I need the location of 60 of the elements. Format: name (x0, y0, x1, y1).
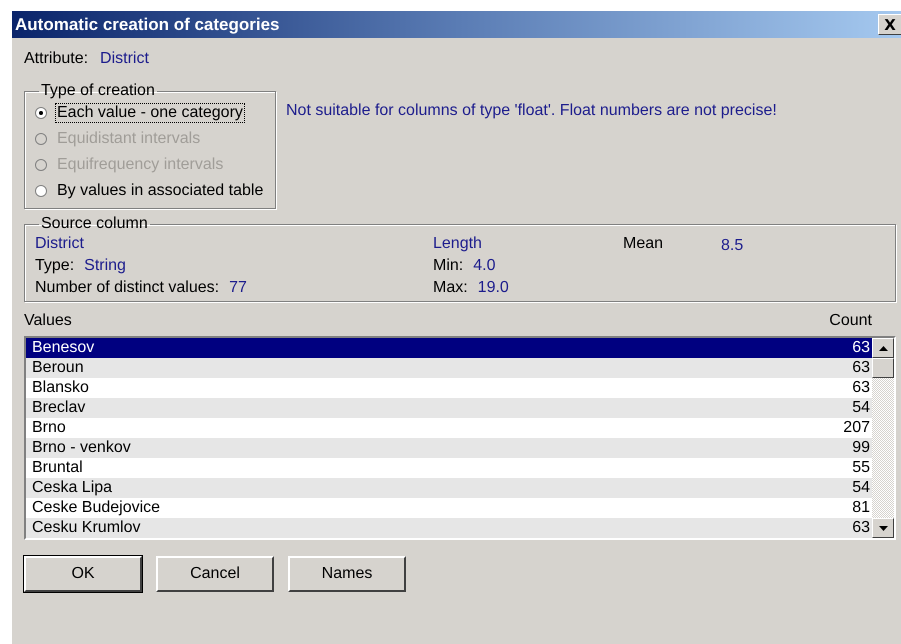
value-name: Ceske Budejovice (32, 498, 160, 518)
value-name: Cesku Krumlov (32, 518, 140, 538)
list-row[interactable]: Ceska Lipa 54 (26, 478, 872, 498)
value-count: 54 (852, 398, 870, 418)
mean-value: 8.5 (721, 237, 744, 256)
value-name: Ceska Lipa (32, 478, 112, 498)
value-name: Breclav (32, 398, 86, 418)
list-row[interactable]: Benesov 63 (26, 338, 872, 358)
min-value: 4.0 (473, 257, 496, 275)
column-name: District (35, 235, 85, 253)
value-name: Benesov (32, 338, 94, 358)
value-name: Blansko (32, 378, 89, 398)
list-row[interactable]: Beroun 63 (26, 358, 872, 378)
value-count: 55 (852, 458, 870, 478)
max-label: Max: (433, 279, 468, 297)
distinct-label: Number of distinct values: (35, 279, 220, 297)
dialog-button[interactable]: OK (24, 556, 142, 592)
option-label[interactable]: By values in associated table (55, 181, 266, 201)
warning-message: Not suitable for columns of type 'float'. Float numbers are not precise! (286, 102, 777, 120)
scrollbar[interactable] (872, 338, 894, 538)
window-title: Automatic creation of categories (15, 14, 280, 34)
value-count: 207 (843, 418, 870, 438)
value-name: Brno - venkov (32, 438, 131, 458)
group-title: Source column (40, 215, 149, 233)
type-value: String (84, 257, 126, 275)
radio-button[interactable] (35, 107, 47, 119)
scroll-up-button[interactable] (872, 338, 894, 358)
attribute-value: District (100, 50, 149, 69)
radio-button[interactable] (35, 185, 47, 197)
value-count: 63 (852, 338, 870, 358)
max-value: 19.0 (478, 279, 509, 297)
value-count: 99 (852, 438, 870, 458)
distinct-value: 77 (229, 279, 247, 297)
up-arrow-icon (878, 346, 888, 350)
dialog-button[interactable]: Cancel (156, 556, 274, 592)
list-row[interactable]: Cesku Krumlov 63 (26, 518, 872, 538)
dialog-button[interactable]: Names (288, 556, 406, 592)
option-label[interactable]: Each value - one category (55, 103, 245, 123)
value-count: 63 (852, 358, 870, 378)
value-count: 63 (852, 378, 870, 398)
length-label: Length (433, 235, 483, 253)
value-count: 54 (852, 478, 870, 498)
column-header: Count (829, 312, 872, 331)
scroll-thumb[interactable] (872, 358, 894, 378)
type-label: Type: (35, 257, 74, 275)
column-header: Values (24, 312, 72, 331)
close-button[interactable]: X (878, 14, 901, 35)
group-title: Type of creation (40, 82, 156, 100)
mean-label: Mean (623, 235, 664, 254)
value-name: Bruntal (32, 458, 83, 478)
attribute-label: Attribute: (24, 50, 88, 69)
list-row[interactable]: Breclav 54 (26, 398, 872, 418)
list-row[interactable]: Brno - venkov 99 (26, 438, 872, 458)
value-name: Brno (32, 418, 66, 438)
value-count: 63 (852, 518, 870, 538)
value-name: Beroun (32, 358, 84, 378)
value-count: 81 (852, 498, 870, 518)
down-arrow-icon (878, 526, 888, 530)
scroll-down-button[interactable] (872, 518, 894, 538)
min-label: Min: (433, 257, 464, 275)
